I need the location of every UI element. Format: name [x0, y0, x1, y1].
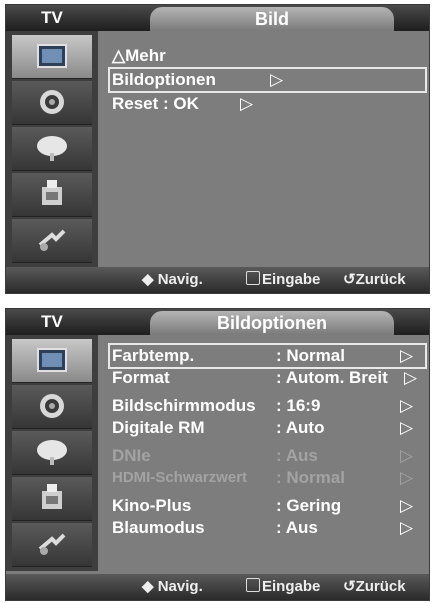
menu-title: Bild [150, 7, 394, 31]
arrow-right-icon: ▷ [400, 418, 414, 437]
option-value: : Gering [276, 496, 342, 515]
sidebar-item-setup[interactable] [12, 173, 92, 217]
top-bar: TV Bild [6, 5, 429, 31]
option-value: : Aus [276, 446, 318, 465]
enter-icon [246, 578, 260, 592]
option-label: Bildschirmmodus [112, 396, 256, 415]
option-label: Farbtemp. [112, 346, 195, 365]
sidebar-item-setup[interactable] [12, 477, 92, 521]
setup-icon [42, 180, 62, 205]
sidebar-item-picture[interactable] [12, 35, 92, 79]
bildoptionen-menu-screen: TV Bildoptionen Farbtemp.: Normal ▷ For… [5, 308, 430, 601]
sidebar-item-sound[interactable] [12, 385, 92, 429]
option-dnie: DNIe : Aus ▷ [110, 445, 425, 467]
option-label: Blaumodus [112, 518, 205, 537]
hint-zurueck: ↺Zurück [343, 574, 406, 600]
option-value: : Aus [276, 518, 318, 537]
tv-label: TV [41, 312, 63, 331]
sound-icon [40, 394, 64, 418]
arrow-right-icon: ▷ [400, 346, 414, 365]
menu-item-reset[interactable]: Reset : OK ▷ [110, 93, 400, 115]
option-label: HDMI-Schwarzwert [112, 469, 248, 486]
sound-icon [40, 90, 64, 114]
option-digitale-rm[interactable]: Digitale RM : Auto ▷ [110, 417, 425, 439]
option-value: : Auto [276, 418, 325, 437]
menu-item-label: Bildoptionen [112, 70, 216, 89]
updown-icon: ◆ [142, 271, 154, 288]
menu-item-bildoptionen[interactable]: Bildoptionen ▷ [108, 67, 427, 93]
hint-eingabe: Eingabe [246, 267, 320, 293]
hint-zurueck-label: Zurück [355, 271, 406, 288]
option-kino-plus[interactable]: Kino-Plus : Gering ▷ [110, 495, 425, 517]
hint-navig-label: Navig. [157, 271, 203, 288]
arrow-right-icon: ▷ [400, 518, 414, 537]
category-sidebar [6, 31, 98, 267]
bottom-hint-bar: ◆ Navig. Eingabe ↺Zurück [6, 574, 429, 600]
bild-menu-screen: TV Bild △Mehr Bildoptionen ▷ Reset: OK … [5, 4, 430, 294]
input-icon [38, 533, 66, 555]
top-bar: TV Bildoptionen [6, 309, 429, 335]
return-icon: ↺ [343, 271, 356, 288]
option-blaumodus[interactable]: Blaumodus : Aus ▷ [110, 517, 425, 539]
arrow-right-icon: ▷ [400, 468, 414, 487]
picture-icon [37, 348, 67, 372]
option-label: DNIe [112, 446, 151, 465]
input-icon [38, 229, 66, 251]
option-value: : Normal [276, 468, 345, 487]
setup-icon [42, 484, 62, 509]
picture-icon [37, 44, 67, 68]
hint-eingabe: Eingabe [246, 574, 320, 600]
menu-title: Bildoptionen [150, 311, 394, 335]
sidebar-item-channel[interactable] [12, 431, 92, 475]
hint-zurueck-label: Zurück [355, 578, 406, 595]
menu-item-label: △Mehr [112, 46, 166, 65]
sidebar-item-input[interactable] [12, 219, 92, 263]
hint-navig: ◆ Navig. [142, 574, 203, 600]
option-label: Format [112, 368, 170, 387]
channel-icon [37, 440, 67, 465]
hint-eingabe-label: Eingabe [262, 271, 321, 288]
hint-navig: ◆ Navig. [142, 267, 203, 293]
tv-label: TV [41, 8, 63, 27]
menu-item-label: Reset : OK [112, 94, 199, 113]
menu-content: △Mehr Bildoptionen ▷ Reset : OK ▷ [98, 31, 429, 267]
return-icon: ↺ [343, 578, 356, 595]
arrow-right-icon: ▷ [400, 496, 414, 515]
sidebar-item-input[interactable] [12, 523, 92, 567]
option-label: Digitale RM [112, 418, 205, 437]
arrow-right-icon: ▷ [400, 396, 414, 415]
bottom-hint-bar: ◆ Navig. Eingabe ↺Zurück [6, 267, 429, 293]
hint-navig-label: Navig. [157, 578, 203, 595]
updown-icon: ◆ [142, 578, 154, 595]
option-label: Kino-Plus [112, 496, 192, 515]
option-value: : Normal [276, 346, 345, 365]
category-sidebar [6, 335, 98, 571]
arrow-right-icon: ▷ [404, 368, 418, 387]
enter-icon [246, 271, 260, 285]
arrow-right-icon: ▷ [400, 446, 414, 465]
option-format[interactable]: Format : Autom. Breit ▷ [110, 367, 425, 389]
menu-item-mehr[interactable]: △Mehr [110, 45, 400, 67]
sidebar-item-channel[interactable] [12, 127, 92, 171]
menu-content: Farbtemp. : Normal ▷ Format : Autom. Bre… [98, 335, 429, 571]
arrow-right-icon: ▷ [270, 70, 284, 89]
option-value: : 16:9 [276, 396, 321, 415]
arrow-right-icon: ▷ [240, 94, 254, 113]
hint-eingabe-label: Eingabe [262, 578, 321, 595]
channel-icon [37, 136, 67, 161]
option-value: : Autom. Breit [276, 368, 388, 387]
option-bildschirmmodus[interactable]: Bildschirmmodus : 16:9 ▷ [110, 395, 425, 417]
option-farbtemp[interactable]: Farbtemp. : Normal ▷ [108, 343, 427, 369]
hint-zurueck: ↺Zurück [343, 267, 406, 293]
option-hdmi-schwarzwert: HDMI-Schwarzwert : Normal ▷ [110, 467, 425, 489]
sidebar-item-sound[interactable] [12, 81, 92, 125]
sidebar-item-picture[interactable] [12, 339, 92, 383]
